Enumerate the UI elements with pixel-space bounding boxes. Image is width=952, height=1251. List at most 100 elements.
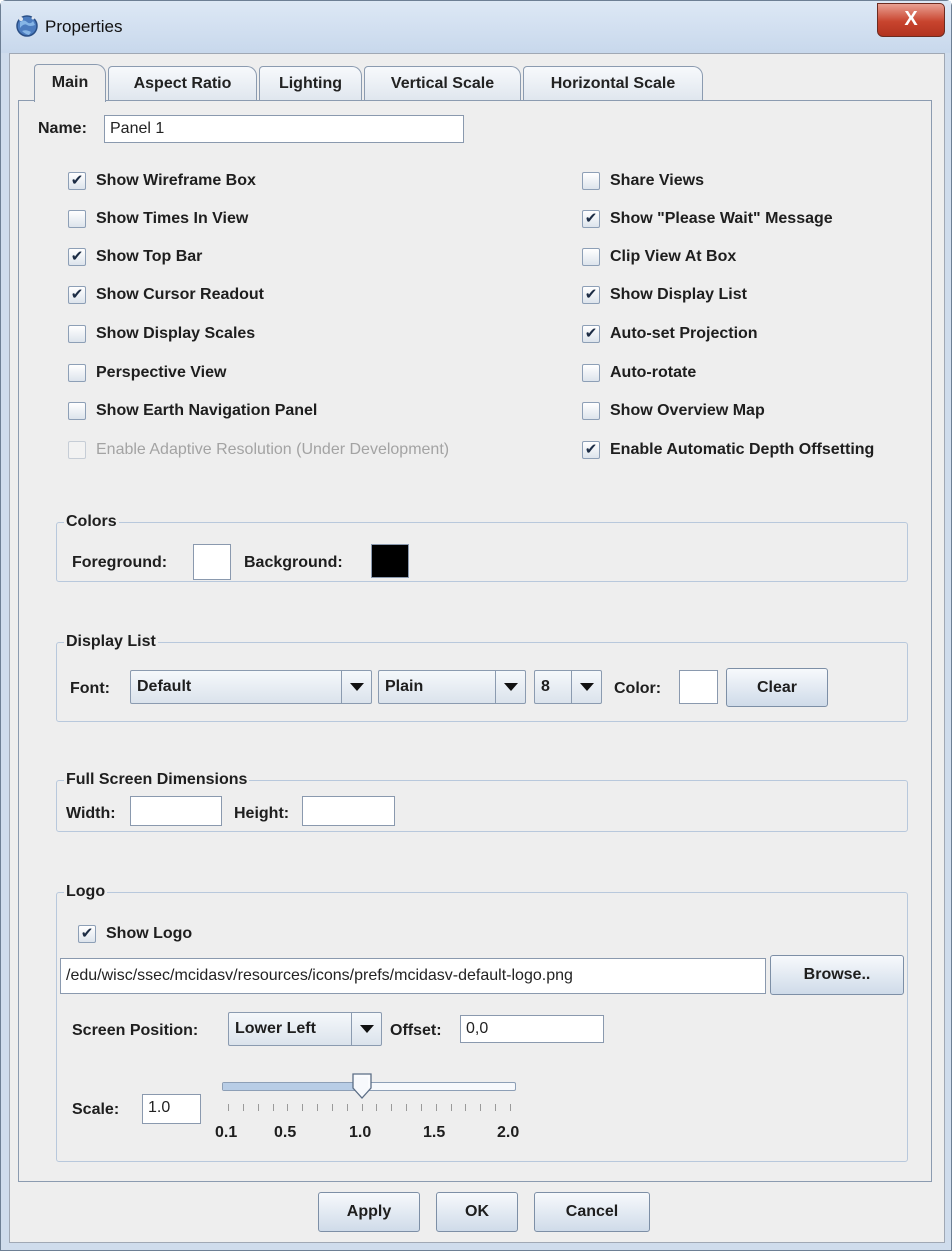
slider-tick-label: 0.5 (274, 1124, 297, 1141)
name-label: Name: (38, 120, 87, 137)
tab-main[interactable]: Main (34, 64, 106, 102)
browse-button[interactable]: Browse.. (770, 955, 904, 995)
logo-group-title: Logo (64, 883, 108, 901)
chevron-down-icon[interactable] (341, 671, 371, 703)
checkbox-box: ✔ (78, 925, 96, 943)
offset-input[interactable]: 0,0 (460, 1015, 604, 1043)
screen-position-label: Screen Position: (72, 1022, 199, 1039)
checkbox-label: Enable Automatic Depth Offsetting (610, 441, 875, 458)
checkbox-box (582, 172, 600, 190)
tab-horizontal-scale[interactable]: Horizontal Scale (523, 66, 703, 101)
checkbox-box: ✔ (582, 286, 600, 304)
slider-tick (480, 1104, 481, 1111)
close-button[interactable]: X (877, 3, 945, 37)
slider-tick-label: 1.0 (349, 1124, 372, 1141)
checkbox-box (582, 248, 600, 266)
chevron-down-icon[interactable] (351, 1013, 381, 1045)
scale-slider-thumb[interactable] (351, 1073, 372, 1099)
font-size-select[interactable]: 8 (534, 670, 602, 704)
checkbox-label: Auto-rotate (610, 364, 697, 381)
slider-tick (510, 1104, 511, 1111)
checkbox-box: ✔ (68, 172, 86, 190)
checkbox-box: ✔ (582, 210, 600, 228)
checkbox-box (68, 210, 86, 228)
slider-tick (451, 1104, 452, 1111)
font-select-value: Default (137, 678, 192, 695)
clear-button[interactable]: Clear (726, 668, 828, 707)
checkbox-label: Show "Please Wait" Message (610, 210, 833, 227)
width-input[interactable] (130, 796, 222, 826)
checkbox-label: Show Wireframe Box (96, 172, 256, 189)
slider-tick (465, 1104, 466, 1111)
checkbox-label: Show Earth Navigation Panel (96, 402, 318, 419)
chevron-down-icon[interactable] (495, 671, 525, 703)
checkbox-label: Perspective View (96, 364, 227, 381)
slider-tick (273, 1104, 274, 1111)
checkbox-box (68, 402, 86, 420)
checkbox-label: Show Overview Map (610, 402, 765, 419)
checkbox-label: Share Views (610, 172, 704, 189)
checkbox-box: ✔ (68, 248, 86, 266)
checkbox-box: ✔ (582, 441, 600, 459)
ok-button[interactable]: OK (436, 1192, 518, 1232)
scale-input[interactable]: 1.0 (142, 1094, 201, 1124)
slider-tick (287, 1104, 288, 1111)
font-select[interactable]: Default (130, 670, 372, 704)
checkbox-label: Clip View At Box (610, 248, 737, 265)
display-list-color-swatch[interactable] (679, 670, 718, 704)
window-title: Properties (45, 17, 123, 36)
checkbox-box (582, 402, 600, 420)
slider-tick-label: 1.5 (423, 1124, 446, 1141)
checkbox-label: Show Top Bar (96, 248, 203, 265)
colors-group-title: Colors (64, 513, 119, 531)
background-color-swatch[interactable] (371, 544, 409, 578)
color-label: Color: (614, 680, 662, 697)
apply-button[interactable]: Apply (318, 1192, 420, 1232)
slider-tick (376, 1104, 377, 1111)
tab-aspect-ratio[interactable]: Aspect Ratio (108, 66, 257, 101)
slider-tick (421, 1104, 422, 1111)
checkbox-label: Auto-set Projection (610, 325, 758, 342)
offset-label: Offset: (390, 1022, 442, 1039)
app-globe-icon (16, 15, 38, 37)
checkbox-box (582, 364, 600, 382)
checkbox-box (68, 441, 86, 459)
logo-path-input[interactable]: /edu/wisc/ssec/mcidasv/resources/icons/p… (60, 958, 766, 994)
name-input[interactable]: Panel 1 (104, 115, 464, 143)
checkbox-box: ✔ (68, 286, 86, 304)
checkbox-label: Show Times In View (96, 210, 249, 227)
foreground-color-swatch[interactable] (193, 544, 231, 580)
slider-tick (243, 1104, 244, 1111)
slider-tick (317, 1104, 318, 1111)
slider-tick (391, 1104, 392, 1111)
chevron-down-icon[interactable] (571, 671, 601, 703)
font-size-select-value: 8 (541, 678, 550, 695)
checkbox-label: Show Logo (106, 925, 193, 942)
slider-tick (302, 1104, 303, 1111)
full-screen-group-title: Full Screen Dimensions (64, 771, 250, 789)
slider-tick (332, 1104, 333, 1111)
tab-lighting[interactable]: Lighting (259, 66, 362, 101)
display-list-group-title: Display List (64, 633, 158, 651)
scale-slider-fill (223, 1083, 363, 1090)
foreground-label: Foreground: (72, 554, 168, 571)
screen-position-select[interactable]: Lower Left (228, 1012, 382, 1046)
background-label: Background: (244, 554, 343, 571)
slider-tick (436, 1104, 437, 1111)
slider-tick (228, 1104, 229, 1111)
height-input[interactable] (302, 796, 395, 826)
slider-tick (495, 1104, 496, 1111)
colors-group (56, 522, 908, 582)
checkbox-label: Enable Adaptive Resolution (Under Develo… (96, 441, 450, 458)
font-style-select[interactable]: Plain (378, 670, 526, 704)
slider-tick (406, 1104, 407, 1111)
checkbox-label: Show Display Scales (96, 325, 256, 342)
screen-position-select-value: Lower Left (235, 1020, 316, 1037)
checkbox-box (68, 325, 86, 343)
width-label: Width: (66, 805, 116, 822)
tab-vertical-scale[interactable]: Vertical Scale (364, 66, 521, 101)
cancel-button[interactable]: Cancel (534, 1192, 650, 1232)
checkbox-box: ✔ (582, 325, 600, 343)
title-bar[interactable]: Properties (1, 1, 951, 53)
slider-tick (347, 1104, 348, 1111)
